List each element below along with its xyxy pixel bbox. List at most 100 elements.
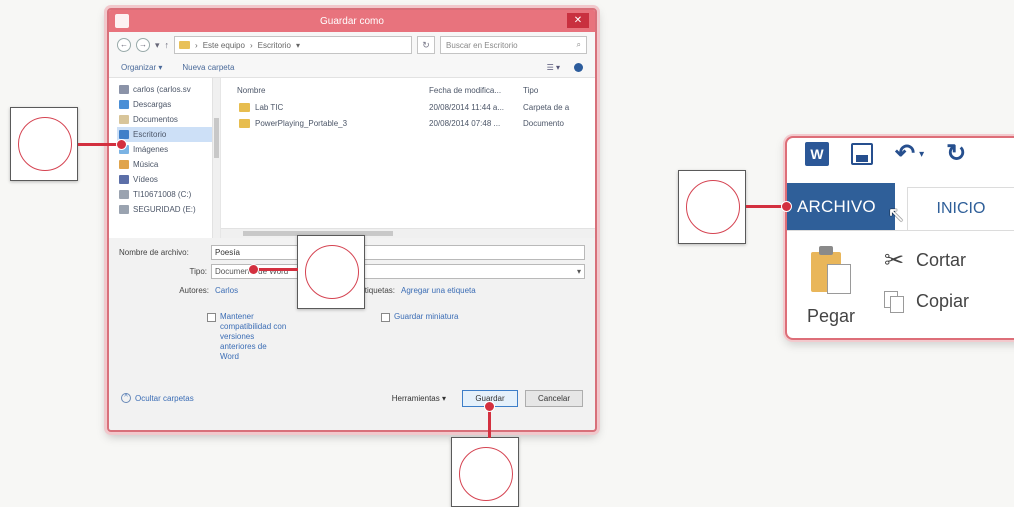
app-icon [115,14,129,28]
tags-input[interactable]: Agregar una etiqueta [401,286,535,295]
forward-button[interactable]: → [136,38,150,52]
address-sep-2: › [249,40,253,50]
copy-button[interactable]: Copiar [880,289,969,313]
file-type: Documento [523,118,564,128]
file-date: 20/08/2014 07:48 ... [429,118,501,128]
recent-locations-button[interactable]: ▾ [155,40,160,51]
redo-icon[interactable]: ↻ [946,142,966,166]
copy-label: Copiar [916,290,970,311]
compat-label: Mantener compatibilidad con versiones an… [220,312,287,361]
refresh-button[interactable]: ↻ [417,36,436,54]
address-sep-1: › [195,40,198,50]
filename-field[interactable]: Poesía [211,244,585,260]
dialog-title: Guardar como [320,15,384,27]
callout-pin [116,139,127,150]
word-app-icon: W [805,142,829,166]
filename-label: Nombre de archivo: [119,247,189,257]
tab-file[interactable]: ARCHIVO [787,183,895,230]
nav-item-drive-c[interactable]: TI10671008 (C:) [117,187,220,202]
search-placeholder: Buscar en Escritorio [446,40,518,50]
copy-icon [880,289,908,313]
address-bar[interactable]: › Este equipo › Escritorio ▾ [174,36,413,54]
search-icon: ⌕ [576,40,581,49]
hide-folders-toggle[interactable]: ^ Ocultar carpetas [121,393,194,403]
checkbox-box[interactable] [381,313,390,322]
nav-item-documents[interactable]: Documentos [117,112,220,127]
callout-ring [18,117,72,171]
tab-home[interactable]: INICIO [907,187,1014,230]
save-icon[interactable] [851,143,873,165]
callout-save [451,437,519,507]
nav-item-desktop[interactable]: Escritorio [117,127,220,142]
nav-item-videos[interactable]: Vídeos [117,172,220,187]
nav-scrollbar[interactable] [212,78,220,238]
file-browser: carlos (carlos.sv Descargas Documentos E… [109,78,595,238]
folder-icon [239,102,250,112]
nav-item-user[interactable]: carlos (carlos.sv [117,82,220,97]
cut-button[interactable]: ✂ Cortar [880,246,966,275]
callout-desktop [10,107,78,181]
chevron-up-icon: ^ [121,393,131,403]
callout-pin [781,201,792,212]
callout-pin [484,401,495,412]
undo-dropdown[interactable]: ▾ [919,149,924,160]
undo-icon[interactable]: ↶ [895,142,915,166]
callout-connector [78,143,120,146]
callout-filename [297,235,365,309]
navigation-pane: carlos (carlos.sv Descargas Documentos E… [109,78,221,238]
folder-icon [179,41,191,49]
column-type[interactable]: Tipo [523,86,595,95]
paste-button[interactable]: Pegar [807,306,855,327]
downloads-icon [119,100,129,109]
up-folder-button[interactable]: ↑ [165,40,170,50]
tools-menu[interactable]: Herramientas ▾ [392,394,446,403]
address-dropdown[interactable]: ▾ [296,41,300,50]
address-folder[interactable]: Escritorio [258,41,291,50]
nav-item-drive-e[interactable]: SEGURIDAD (E:) [117,202,220,217]
search-input[interactable]: Buscar en Escritorio ⌕ [440,36,587,54]
organize-menu[interactable]: Organizar ▾ [121,63,162,72]
nav-item-label: carlos (carlos.sv [133,85,191,94]
nav-item-music[interactable]: Música [117,157,220,172]
file-row[interactable]: Lab TIC 20/08/2014 11:44 a... Carpeta de… [237,100,595,114]
nav-item-pictures[interactable]: Imágenes [117,142,220,157]
music-icon [119,160,129,169]
nav-item-label: Documentos [133,115,178,124]
column-date[interactable]: Fecha de modifica... [429,86,523,95]
help-icon[interactable] [574,63,583,72]
file-list: Nombre Fecha de modifica... Tipo Lab TIC… [221,78,595,238]
view-menu[interactable]: ☰ ▾ [547,63,560,72]
drive-icon [119,205,129,214]
column-name[interactable]: Nombre [237,86,429,95]
ribbon-divider [787,230,1014,231]
file-row[interactable]: PowerPlaying_Portable_3 20/08/2014 07:48… [237,116,595,130]
thumbnail-checkbox[interactable]: Guardar miniatura [381,312,458,362]
dialog-titlebar[interactable]: Guardar como ✕ [109,10,595,32]
callout-connector [254,268,298,271]
filetype-select[interactable]: Documento de Word ▾ [211,263,585,279]
nav-item-downloads[interactable]: Descargas [117,97,220,112]
callout-ring [686,180,740,234]
cancel-button[interactable]: Cancelar [525,389,583,407]
save-as-dialog: Guardar como ✕ ← → ▾ ↑ › Este equipo › E… [107,8,597,432]
checkbox-box[interactable] [207,313,216,322]
file-name: Lab TIC [255,102,284,112]
back-button[interactable]: ← [117,38,131,52]
horizontal-scrollbar[interactable] [221,228,595,238]
desktop-icon [119,130,129,139]
paste-icon[interactable] [811,246,855,296]
videos-icon [119,175,129,184]
compat-checkbox[interactable]: Mantener compatibilidad con versiones an… [207,312,287,362]
callout-connector [488,408,491,438]
close-button[interactable]: ✕ [567,13,589,28]
address-root[interactable]: Este equipo [203,41,245,50]
file-date: 20/08/2014 11:44 a... [429,102,505,112]
address-row: ← → ▾ ↑ › Este equipo › Escritorio ▾ ↻ B… [109,32,595,58]
dialog-toolbar: Organizar ▾ Nueva carpeta ☰ ▾ [109,58,595,78]
file-type: Carpeta de a [523,102,570,112]
authors-label: Autores: [179,285,209,295]
nav-item-label: SEGURIDAD (E:) [133,205,196,214]
scrollbar-thumb[interactable] [214,118,219,158]
new-folder-button[interactable]: Nueva carpeta [182,63,234,72]
cut-label: Cortar [916,250,967,270]
